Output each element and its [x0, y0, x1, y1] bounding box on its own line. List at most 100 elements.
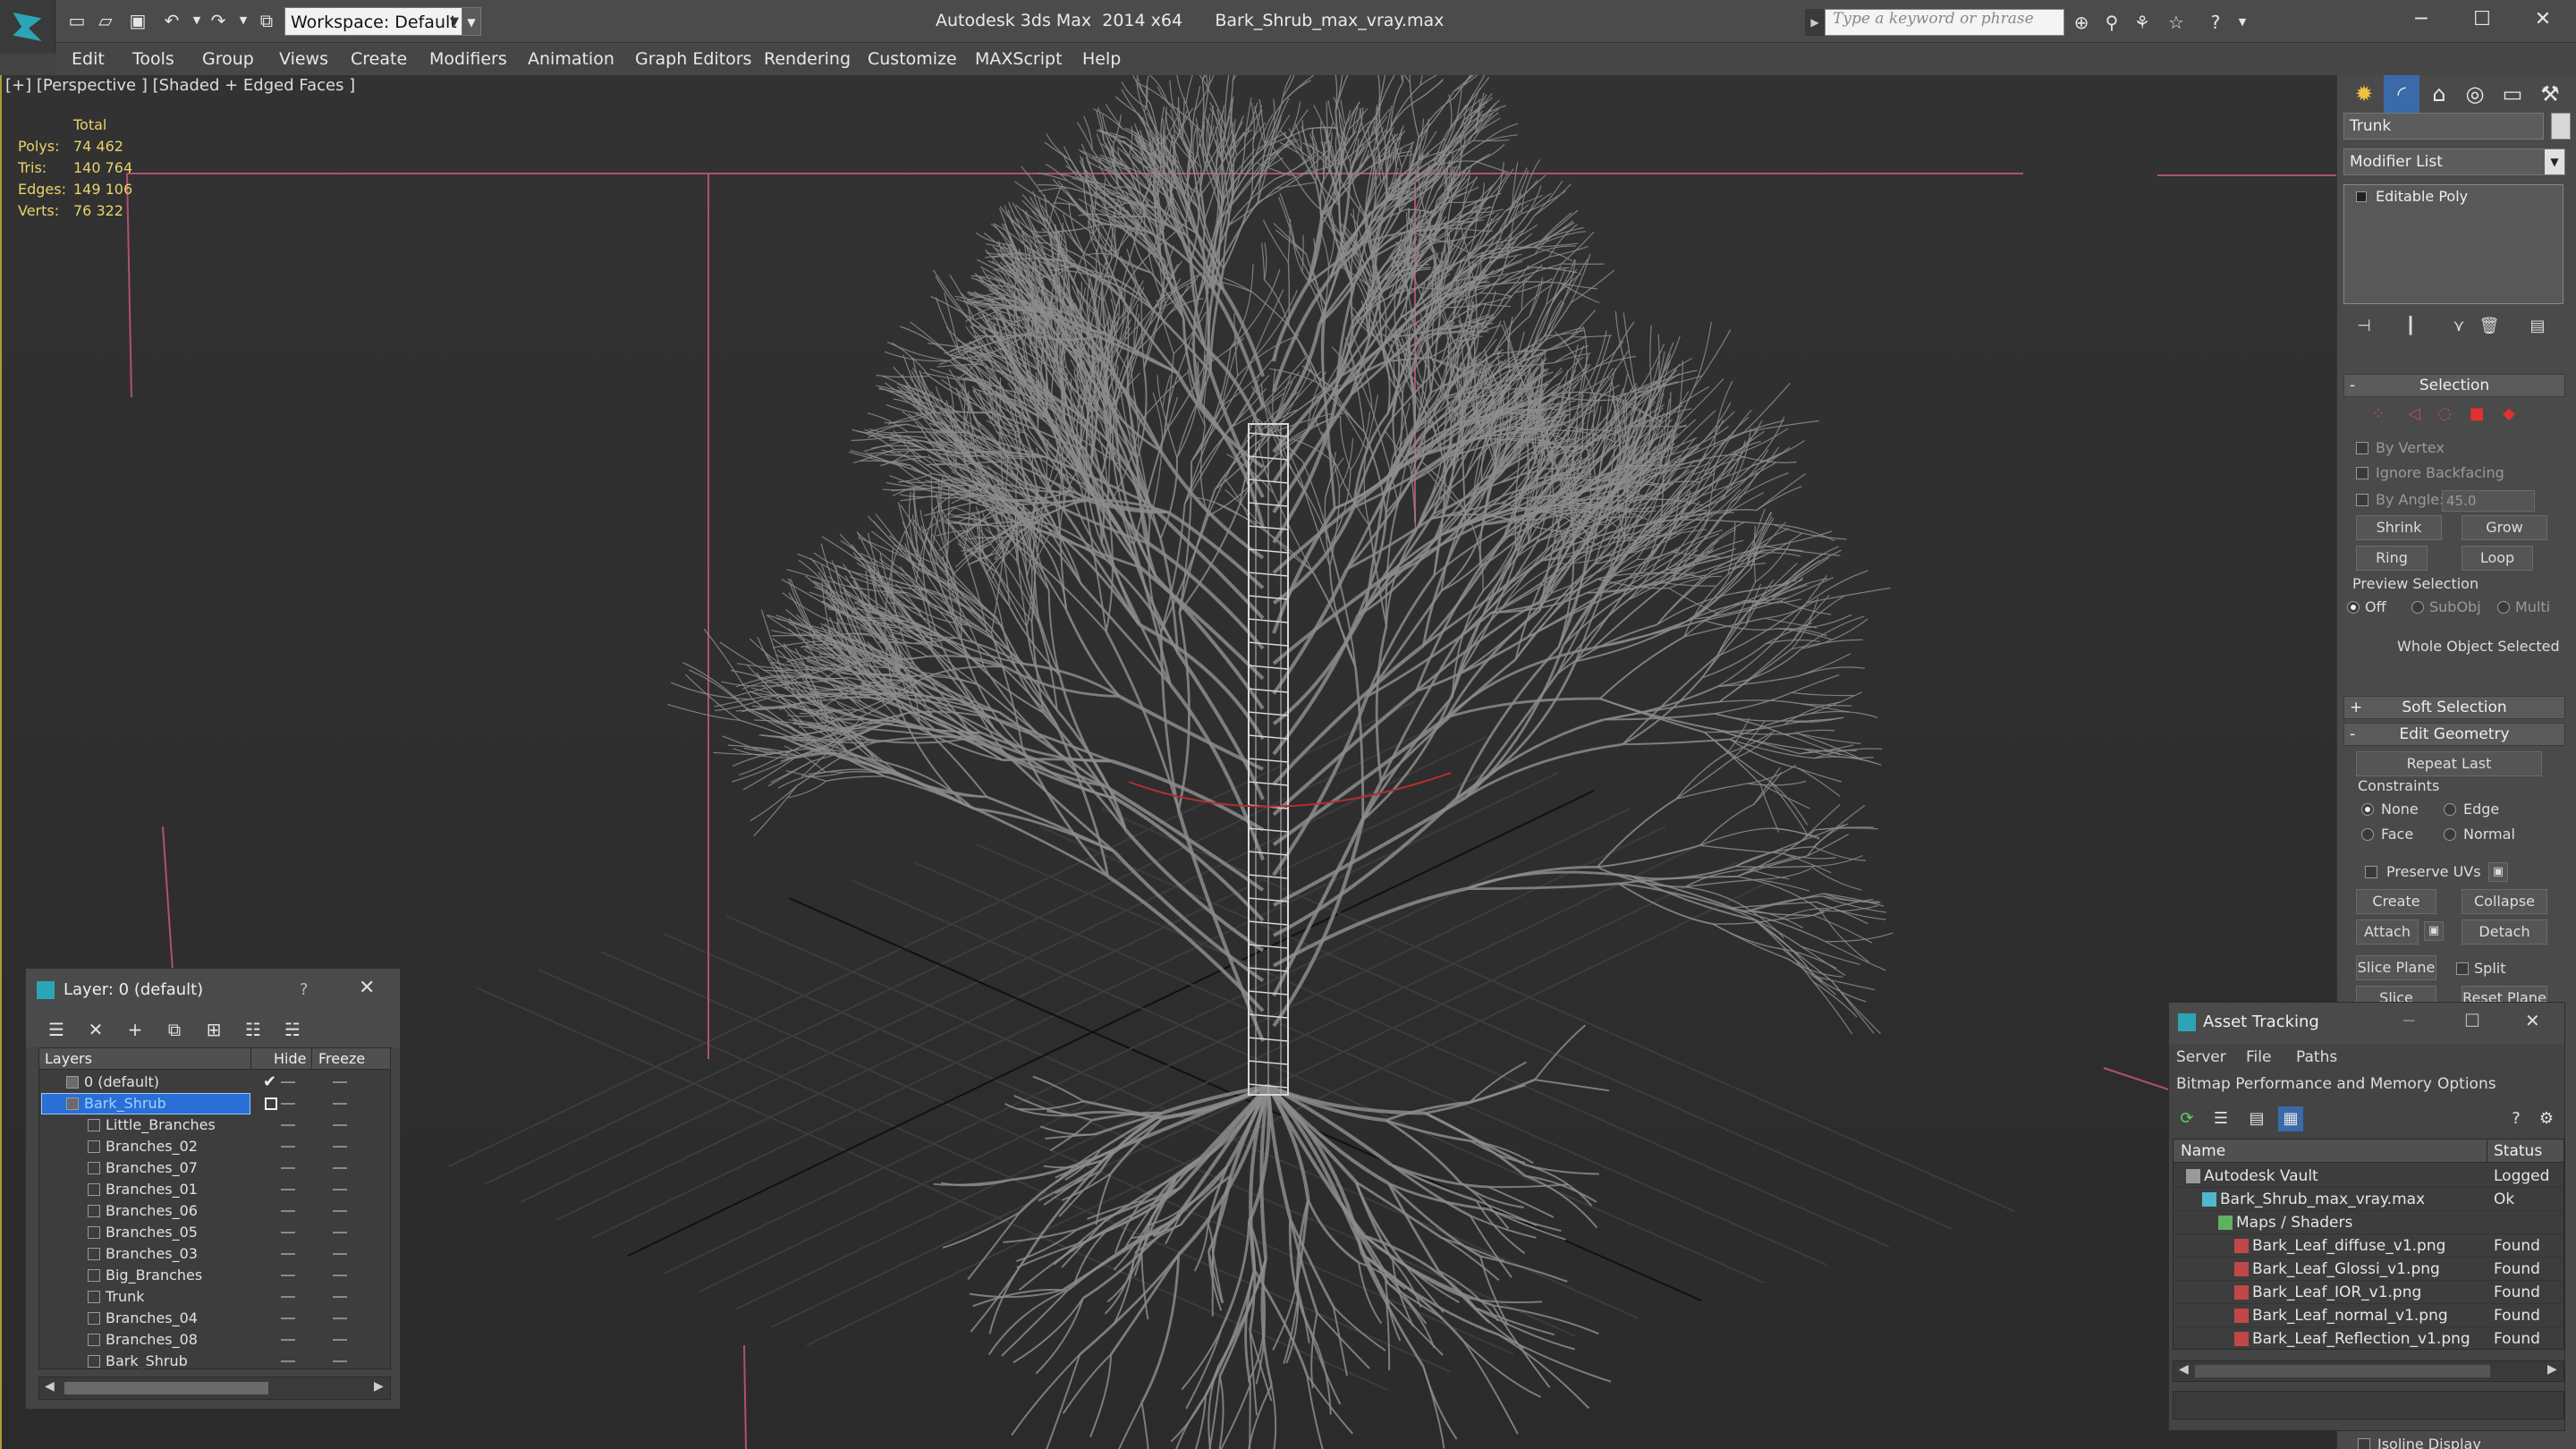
- hide-toggle[interactable]: [281, 1232, 295, 1233]
- hide-toggle[interactable]: [281, 1339, 295, 1341]
- hide-toggle[interactable]: [281, 1318, 295, 1319]
- close-window-icon[interactable]: ✕: [2512, 4, 2574, 36]
- layer-row[interactable]: Branches_02: [39, 1136, 390, 1157]
- highlight-layer-icon[interactable]: ☷: [239, 1015, 267, 1044]
- freeze-toggle[interactable]: [333, 1360, 347, 1362]
- hide-toggle[interactable]: [281, 1275, 295, 1276]
- hide-toggle[interactable]: [281, 1124, 295, 1126]
- display-tab-icon[interactable]: ▭: [2495, 75, 2530, 113]
- hide-toggle[interactable]: [281, 1103, 295, 1105]
- layer-window-titlebar[interactable]: Layer: 0 (default) ? ✕: [26, 969, 400, 1012]
- layer-row[interactable]: Branches_05: [39, 1222, 390, 1243]
- hide-all-layers-icon[interactable]: ☵: [278, 1015, 307, 1044]
- preview-subobj-radio[interactable]: [2411, 601, 2424, 614]
- freeze-toggle[interactable]: [333, 1253, 347, 1255]
- select-layer-objects-icon[interactable]: ⊞: [199, 1015, 228, 1044]
- stack-toggle-icon[interactable]: [2356, 191, 2367, 202]
- layer-row[interactable]: Branches_01: [39, 1179, 390, 1200]
- constraint-face-radio[interactable]: [2361, 828, 2374, 841]
- remove-modifier-icon[interactable]: 🗑: [2476, 315, 2503, 338]
- asset-row[interactable]: Bark_Leaf_Reflection_v1.png Found: [2174, 1327, 2563, 1349]
- menu-create[interactable]: Create: [351, 43, 407, 75]
- hide-toggle[interactable]: [281, 1253, 295, 1255]
- create-tab-icon[interactable]: ✹: [2346, 75, 2382, 113]
- current-layer-check-icon[interactable]: ✔: [263, 1072, 276, 1093]
- scroll-right-icon[interactable]: ▶: [374, 1379, 384, 1394]
- scroll-left-icon[interactable]: ◀: [2179, 1362, 2189, 1377]
- menu-maxscript[interactable]: MAXScript: [975, 43, 1063, 75]
- by-angle-spinner[interactable]: 45.0: [2442, 490, 2535, 512]
- help-icon[interactable]: ?: [2504, 1106, 2529, 1131]
- app-menu-button[interactable]: [0, 0, 55, 54]
- attach-button[interactable]: Attach: [2356, 919, 2419, 945]
- asset-horizontal-scrollbar[interactable]: ◀ ▶: [2173, 1360, 2564, 1382]
- communication-icon[interactable]: ⚘: [2129, 9, 2156, 36]
- isoline-display-checkbox[interactable]: [2358, 1438, 2370, 1449]
- freeze-toggle[interactable]: [333, 1210, 347, 1212]
- preview-off-radio[interactable]: [2347, 601, 2360, 614]
- freeze-toggle[interactable]: [333, 1167, 347, 1169]
- freeze-toggle[interactable]: [333, 1103, 347, 1105]
- help-icon[interactable]: ?: [2202, 9, 2229, 36]
- redo-dropdown-icon[interactable]: ▼: [231, 7, 256, 34]
- edit-geometry-rollout[interactable]: - Edit Geometry: [2343, 723, 2565, 746]
- asset-row[interactable]: Maps / Shaders: [2174, 1211, 2563, 1234]
- freeze-toggle[interactable]: [333, 1146, 347, 1148]
- configure-modifier-sets-icon[interactable]: ▤: [2524, 315, 2551, 338]
- hide-toggle[interactable]: [281, 1296, 295, 1298]
- menu-tools[interactable]: Tools: [132, 43, 174, 75]
- layer-horizontal-scrollbar[interactable]: ◀ ▶: [38, 1377, 391, 1400]
- freeze-toggle[interactable]: [333, 1296, 347, 1298]
- by-vertex-checkbox[interactable]: [2356, 442, 2368, 454]
- undo-icon[interactable]: ↶: [159, 7, 184, 34]
- menu-graph-editors[interactable]: Graph Editors: [635, 43, 751, 75]
- object-name-field[interactable]: Trunk: [2343, 113, 2544, 140]
- layer-row[interactable]: Branches_06: [39, 1200, 390, 1222]
- create-button[interactable]: Create: [2356, 889, 2436, 914]
- object-color-swatch[interactable]: [2551, 113, 2571, 140]
- pin-stack-icon[interactable]: ⊣: [2351, 315, 2377, 338]
- layer-row[interactable]: Big_Branches: [39, 1265, 390, 1286]
- polygon-mode-icon[interactable]: ■: [2467, 404, 2487, 424]
- by-angle-checkbox[interactable]: [2356, 494, 2368, 506]
- freeze-toggle[interactable]: [333, 1124, 347, 1126]
- menu-file[interactable]: File: [2246, 1044, 2271, 1071]
- refresh-icon[interactable]: ⟳: [2174, 1106, 2199, 1131]
- redo-icon[interactable]: ↷: [206, 7, 231, 34]
- column-status[interactable]: Status: [2494, 1140, 2542, 1163]
- element-mode-icon[interactable]: ◆: [2499, 404, 2519, 424]
- layer-row[interactable]: Branches_07: [39, 1157, 390, 1179]
- layer-row[interactable]: Branches_04: [39, 1308, 390, 1329]
- favorites-star-icon[interactable]: ☆: [2163, 9, 2190, 36]
- menu-views[interactable]: Views: [279, 43, 328, 75]
- column-name[interactable]: Name: [2181, 1140, 2225, 1163]
- preserve-uvs-checkbox[interactable]: [2365, 866, 2377, 878]
- hide-toggle[interactable]: [281, 1081, 295, 1083]
- preserve-uvs-settings-icon[interactable]: ▣: [2488, 862, 2508, 882]
- menu-rendering[interactable]: Rendering: [764, 43, 851, 75]
- menu-options[interactable]: Options: [2437, 1071, 2496, 1097]
- menu-help[interactable]: Help: [1082, 43, 1121, 75]
- asset-row[interactable]: Bark_Leaf_diffuse_v1.png Found: [2174, 1234, 2563, 1258]
- menu-server[interactable]: Server: [2176, 1044, 2226, 1071]
- repeat-last-button[interactable]: Repeat Last: [2356, 751, 2542, 776]
- soft-selection-rollout[interactable]: + Soft Selection: [2343, 696, 2565, 719]
- hide-toggle[interactable]: [281, 1360, 295, 1362]
- binoculars-icon[interactable]: ⊕: [2068, 9, 2095, 36]
- constraint-none-radio[interactable]: [2361, 803, 2374, 816]
- menu-bitmap-performance[interactable]: Bitmap Performance and Memory: [2176, 1071, 2432, 1097]
- make-unique-icon[interactable]: ⋎: [2445, 315, 2472, 338]
- hide-toggle[interactable]: [281, 1146, 295, 1148]
- detach-button[interactable]: Detach: [2462, 919, 2547, 945]
- close-icon[interactable]: ✕: [2525, 1010, 2540, 1031]
- hide-toggle[interactable]: [281, 1210, 295, 1212]
- table-view-icon[interactable]: ▦: [2278, 1106, 2303, 1131]
- modify-tab-icon[interactable]: ◜: [2384, 75, 2419, 113]
- help-dropdown-icon[interactable]: ▼: [2229, 9, 2256, 36]
- preview-multi-radio[interactable]: [2497, 601, 2510, 614]
- freeze-toggle[interactable]: [333, 1275, 347, 1276]
- close-icon[interactable]: ✕: [359, 978, 375, 999]
- split-checkbox[interactable]: [2456, 962, 2469, 975]
- asset-row[interactable]: Bark_Leaf_Glossi_v1.png Found: [2174, 1258, 2563, 1281]
- search-input[interactable]: Type a keyword or phrase: [1825, 9, 2064, 36]
